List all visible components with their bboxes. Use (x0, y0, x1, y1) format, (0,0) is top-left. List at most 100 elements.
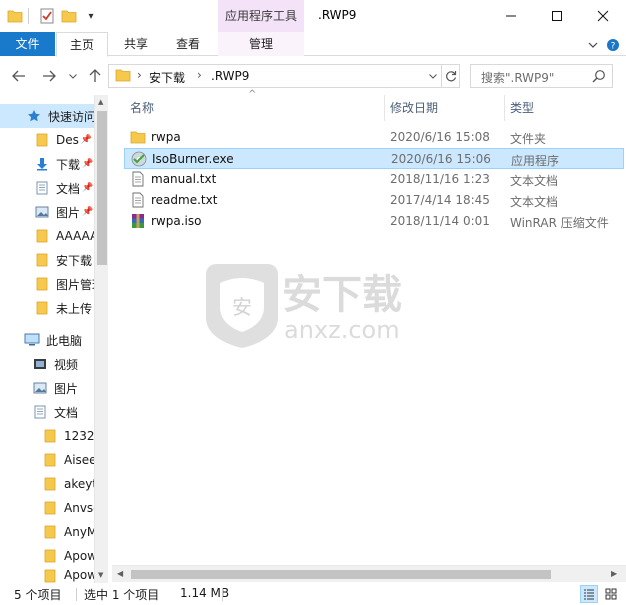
folder-icon (130, 131, 146, 144)
large-icons-view-button[interactable] (602, 585, 620, 603)
close-button[interactable] (580, 0, 626, 32)
search-icon[interactable] (592, 69, 606, 83)
sidebar-item-folder[interactable]: Anvsc (0, 496, 94, 520)
sidebar-item-folder[interactable]: 12321 (0, 424, 94, 448)
file-row-isoburner[interactable]: IsoBurner.exe 2020/6/16 15:06 应用程序 (124, 148, 624, 169)
back-button[interactable] (10, 67, 28, 85)
sidebar-item-folder[interactable]: AAAAA (0, 224, 94, 248)
breadcrumb-item[interactable]: 安下载 (149, 69, 185, 86)
up-button[interactable] (86, 67, 104, 85)
forward-arrow-icon (43, 70, 56, 82)
tab-view[interactable]: 查看 (164, 32, 212, 56)
sidebar-item-folder[interactable]: Apow (0, 568, 94, 583)
sidebar-item-pictures[interactable]: 图片 📌 (0, 200, 94, 224)
sidebar-item-downloads[interactable]: 下载 📌 (0, 152, 94, 176)
folder-icon (34, 252, 50, 268)
sidebar-item-folder[interactable]: AnyM (0, 520, 94, 544)
sidebar-item-folder[interactable]: akeyt (0, 472, 94, 496)
status-divider (76, 588, 77, 601)
sidebar-item-documents[interactable]: 文档 📌 (0, 176, 94, 200)
file-row-manual[interactable]: manual.txt 2018/11/16 1:23 文本文档 (124, 169, 624, 190)
video-icon (32, 356, 48, 372)
column-header-name[interactable]: 名称 (130, 95, 154, 121)
file-type: 文本文档 (510, 195, 559, 209)
file-modified: 2020/6/16 15:06 (391, 152, 491, 166)
folder-icon (42, 476, 58, 492)
minimize-button[interactable] (488, 0, 534, 32)
scrollbar-thumb[interactable] (97, 111, 107, 265)
sidebar-item-folder[interactable]: 安下载 (0, 248, 94, 272)
column-header-modified[interactable]: 修改日期 (390, 95, 438, 121)
pin-icon: 📌 (82, 159, 94, 169)
scroll-right-arrow-icon[interactable]: ▶ (611, 569, 617, 578)
forward-button[interactable] (40, 67, 58, 85)
details-view-button[interactable] (580, 585, 598, 603)
scrollbar-thumb[interactable] (131, 570, 551, 579)
sidebar-item-folder[interactable]: Aisee (0, 448, 94, 472)
chevron-down-icon[interactable] (585, 37, 601, 53)
sidebar-item-label: 安下载 (56, 253, 93, 268)
customize-dropdown-icon[interactable]: ▾ (82, 6, 100, 26)
status-item-count: 5 个项目 (14, 588, 62, 602)
document-icon (32, 404, 48, 420)
sidebar-item-label: Apow (64, 549, 94, 563)
sidebar-item-desktop[interactable]: Des 📌 (0, 128, 94, 152)
scroll-up-arrow-icon[interactable]: ▲ (98, 98, 103, 106)
tab-home[interactable]: 主页 (56, 32, 108, 57)
watermark-text-en: anxz.com (284, 316, 400, 344)
address-history-dropdown[interactable] (425, 65, 441, 87)
scroll-down-arrow-icon[interactable]: ▼ (98, 571, 103, 579)
sidebar-item-quick-access[interactable]: 快速访问 (0, 104, 94, 128)
maximize-button[interactable] (534, 0, 580, 32)
search-box[interactable]: 搜索".RWP9" (470, 64, 613, 88)
column-divider[interactable] (504, 95, 505, 121)
sidebar-item-label: 视频 (54, 357, 79, 372)
folder-icon (34, 300, 50, 316)
scroll-left-arrow-icon[interactable]: ◀ (117, 569, 123, 578)
refresh-button[interactable] (441, 65, 460, 87)
tab-file[interactable]: 文件 (0, 32, 55, 56)
sidebar-item-folder[interactable]: 未上传 (0, 296, 94, 320)
file-row-rwpa[interactable]: rwpa 2020/6/16 15:08 文件夹 (124, 127, 624, 148)
address-bar[interactable]: › 安下载 › .RWP9 (108, 64, 460, 88)
sidebar-item-label: 图片管理 (56, 277, 94, 292)
navigation-bar: › 安下载 › .RWP9 搜索".RWP9" (0, 57, 626, 95)
ribbon-tab-bar: 文件 主页 共享 查看 管理 ? (0, 32, 626, 57)
sidebar-item-videos[interactable]: 视频 (0, 352, 94, 376)
sidebar-item-pictures-pc[interactable]: 图片 (0, 376, 94, 400)
file-modified: 2018/11/14 0:01 (390, 214, 490, 228)
file-row-rwpa-iso[interactable]: rwpa.iso 2018/11/14 0:01 WinRAR 压缩文件 (124, 211, 624, 232)
folder-icon (42, 548, 58, 564)
folder-icon (34, 132, 50, 148)
folder-icon (34, 276, 50, 292)
file-list-horizontal-scrollbar[interactable]: ◀ ▶ (112, 565, 626, 582)
tab-share[interactable]: 共享 (112, 32, 160, 56)
pictures-icon (32, 380, 48, 396)
properties-check-icon[interactable] (38, 6, 56, 26)
file-name: readme.txt (151, 193, 218, 207)
recent-locations-dropdown[interactable] (64, 67, 82, 85)
pictures-icon (34, 204, 50, 220)
folder-icon (42, 568, 58, 583)
file-modified: 2017/4/14 18:45 (390, 193, 490, 207)
navigation-pane: 快速访问 Des📌 下载📌 文档📌 图片📌 AAAAA 安下载 图片管理 未上传… (0, 95, 108, 583)
sidebar-item-folder[interactable]: 图片管理 (0, 272, 94, 296)
sidebar-item-documents-pc[interactable]: 文档 (0, 400, 94, 424)
column-divider[interactable] (384, 95, 385, 121)
sidebar-item-this-pc[interactable]: 此电脑 (0, 328, 94, 352)
sidebar-item-folder[interactable]: Apow (0, 544, 94, 568)
folder-icon[interactable] (6, 6, 24, 26)
maximize-icon (552, 11, 562, 21)
new-folder-icon[interactable] (60, 6, 78, 26)
file-row-readme[interactable]: readme.txt 2017/4/14 18:45 文本文档 (124, 190, 624, 211)
navigation-pane-scrollbar[interactable]: ▲ ▼ (94, 95, 108, 583)
breadcrumb-item[interactable]: .RWP9 (211, 69, 249, 83)
tab-manage[interactable]: 管理 (218, 32, 304, 56)
text-file-icon (132, 192, 144, 208)
sidebar-item-label: 12321 (64, 429, 94, 443)
up-arrow-icon (89, 69, 101, 82)
status-divider (222, 588, 223, 601)
help-icon[interactable]: ? (605, 37, 621, 53)
column-header-type[interactable]: 类型 (510, 95, 534, 121)
sidebar-item-label: 此电脑 (46, 333, 83, 348)
